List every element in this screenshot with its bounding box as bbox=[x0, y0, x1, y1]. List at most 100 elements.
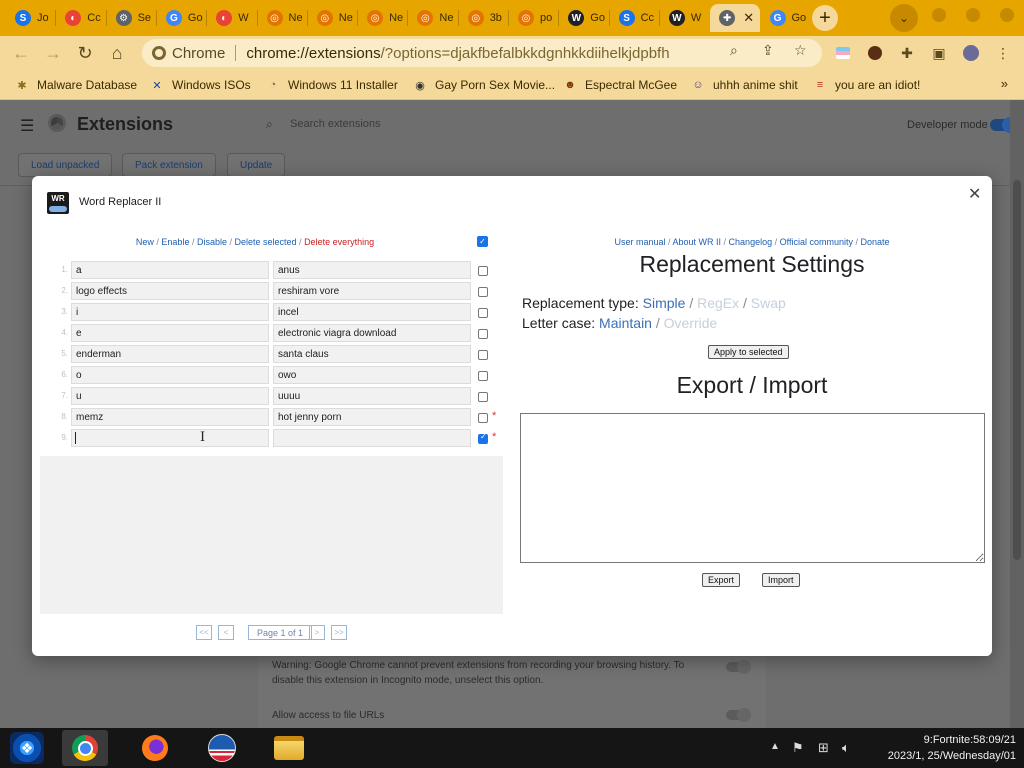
browser-tab[interactable]: G Go bbox=[157, 4, 207, 32]
flag-extension-icon[interactable] bbox=[832, 42, 854, 64]
find-field[interactable]: logo effects bbox=[71, 282, 269, 300]
minimize-button[interactable] bbox=[932, 8, 946, 22]
extensions-puzzle-icon[interactable]: ✚ bbox=[896, 42, 918, 64]
hamburger-menu-icon[interactable]: ☰ bbox=[20, 116, 34, 136]
close-window-button[interactable] bbox=[1000, 8, 1014, 22]
row-checkbox[interactable] bbox=[478, 308, 488, 318]
pack-extension-button[interactable]: Pack extension bbox=[122, 153, 216, 177]
bookmark-item[interactable]: ✕ Windows ISOs bbox=[149, 76, 250, 94]
bookmark-item[interactable]: ☻ Espectral McGee bbox=[562, 76, 677, 94]
delete-everything-link[interactable]: Delete everything bbox=[304, 237, 374, 247]
browser-tab[interactable]: ◎ 3b bbox=[459, 4, 509, 32]
find-field[interactable]: e bbox=[71, 324, 269, 342]
replace-field[interactable]: reshiram vore bbox=[273, 282, 471, 300]
page-scrollbar[interactable] bbox=[1010, 100, 1024, 728]
type-regex-option[interactable]: RegEx bbox=[697, 295, 739, 311]
row-checkbox[interactable] bbox=[478, 329, 488, 339]
case-override-option[interactable]: Override bbox=[664, 315, 718, 331]
row-checkbox[interactable] bbox=[478, 413, 488, 423]
bookmarks-overflow-icon[interactable]: » bbox=[1001, 76, 1008, 91]
disable-link[interactable]: Disable bbox=[197, 237, 227, 247]
first-page-button[interactable]: << bbox=[196, 625, 212, 640]
changelog-link[interactable]: Changelog bbox=[729, 237, 773, 247]
profile-icon[interactable] bbox=[960, 42, 982, 64]
tab-search-button[interactable]: ⌄ bbox=[890, 4, 918, 32]
case-maintain-option[interactable]: Maintain bbox=[599, 315, 652, 331]
find-field[interactable]: memz bbox=[71, 408, 269, 426]
replace-field[interactable]: owo bbox=[273, 366, 471, 384]
start-button[interactable]: ❖ bbox=[10, 732, 44, 764]
last-page-button[interactable]: >> bbox=[331, 625, 347, 640]
close-icon[interactable]: ✕ bbox=[968, 184, 981, 204]
tray-overflow-icon[interactable]: ▲ bbox=[770, 741, 780, 752]
browser-tab[interactable]: S Jo bbox=[6, 4, 56, 32]
site-info-chip[interactable]: Chrome bbox=[152, 45, 225, 62]
find-field[interactable]: i bbox=[71, 303, 269, 321]
browser-tab[interactable]: ◐ Cc bbox=[56, 4, 106, 32]
file-urls-toggle[interactable] bbox=[726, 708, 751, 722]
browser-tab[interactable]: ✚ ✕ bbox=[710, 4, 761, 32]
find-field[interactable]: a bbox=[71, 261, 269, 279]
community-link[interactable]: Official community bbox=[780, 237, 853, 247]
share-icon[interactable]: ⇪ bbox=[762, 42, 774, 59]
row-checkbox[interactable] bbox=[478, 371, 488, 381]
browser-tab[interactable]: ⚙ Se bbox=[107, 4, 157, 32]
close-tab-icon[interactable]: ✕ bbox=[743, 10, 754, 26]
taskbar-firefox[interactable] bbox=[132, 730, 178, 766]
bookmark-item[interactable]: ☺ uhhh anime shit bbox=[690, 76, 797, 94]
export-button[interactable]: Export bbox=[702, 573, 741, 587]
delete-selected-link[interactable]: Delete selected bbox=[235, 237, 297, 247]
new-tab-button[interactable]: + bbox=[812, 5, 838, 31]
browser-tab[interactable]: G Go bbox=[761, 4, 811, 32]
replace-field[interactable]: uuuu bbox=[273, 387, 471, 405]
next-page-button[interactable]: > bbox=[309, 625, 325, 640]
browser-tab[interactable]: ◐ W bbox=[207, 4, 257, 32]
row-checkbox[interactable] bbox=[478, 287, 488, 297]
search-input[interactable]: Search extensions bbox=[290, 118, 381, 130]
about-link[interactable]: About WR II bbox=[673, 237, 722, 247]
incognito-toggle[interactable] bbox=[726, 660, 751, 674]
replace-field[interactable] bbox=[273, 429, 471, 447]
taskbar-obama[interactable] bbox=[199, 730, 245, 766]
browser-tab[interactable]: S Cc bbox=[610, 4, 660, 32]
find-field[interactable] bbox=[71, 429, 269, 447]
taskbar-chrome[interactable] bbox=[62, 730, 108, 766]
apply-to-selected-button[interactable]: Apply to selected bbox=[708, 345, 789, 359]
browser-tab[interactable]: W Go bbox=[559, 4, 609, 32]
replace-field[interactable]: electronic viagra download bbox=[273, 324, 471, 342]
browser-tab[interactable]: ◎ Ne bbox=[258, 4, 308, 32]
bookmark-item[interactable]: ◉ Gay Porn Sex Movie... bbox=[412, 76, 555, 94]
side-panel-icon[interactable]: ▣ bbox=[928, 42, 950, 64]
find-field[interactable]: u bbox=[71, 387, 269, 405]
network-icon[interactable]: ⊞ bbox=[818, 740, 829, 756]
replace-field[interactable]: santa claus bbox=[273, 345, 471, 363]
type-simple-option[interactable]: Simple bbox=[643, 295, 686, 311]
new-link[interactable]: New bbox=[136, 237, 154, 247]
replace-field[interactable]: hot jenny porn bbox=[273, 408, 471, 426]
replace-field[interactable]: anus bbox=[273, 261, 471, 279]
volume-icon[interactable]: 🔈︎ bbox=[842, 740, 850, 756]
taskbar-clock[interactable]: 9:Fortnite:58:09/21 2023/1, 25/Wednesday… bbox=[860, 732, 1016, 764]
bookmark-item[interactable]: ◔ Windows 11 Installer bbox=[265, 76, 398, 94]
browser-tab[interactable]: ◎ Ne bbox=[408, 4, 458, 32]
update-button[interactable]: Update bbox=[227, 153, 286, 177]
browser-tab[interactable]: WW bbox=[660, 4, 710, 32]
select-all-checkbox[interactable]: ✓ bbox=[477, 236, 488, 247]
row-checkbox[interactable] bbox=[478, 392, 488, 402]
row-checkbox[interactable] bbox=[478, 266, 488, 276]
row-checkbox[interactable] bbox=[478, 350, 488, 360]
action-center-flag-icon[interactable]: ⚑ bbox=[792, 740, 804, 756]
home-button[interactable]: ⌂ bbox=[104, 40, 130, 66]
bookmark-item[interactable]: ✱ Malware Database bbox=[14, 76, 137, 94]
forward-button[interactable]: → bbox=[40, 40, 66, 66]
enable-link[interactable]: Enable bbox=[161, 237, 189, 247]
import-button[interactable]: Import bbox=[762, 573, 800, 587]
type-swap-option[interactable]: Swap bbox=[751, 295, 786, 311]
maximize-button[interactable] bbox=[966, 8, 980, 22]
avatar-extension-icon[interactable] bbox=[864, 42, 886, 64]
row-checkbox[interactable] bbox=[478, 432, 488, 444]
donate-link[interactable]: Donate bbox=[860, 237, 889, 247]
load-unpacked-button[interactable]: Load unpacked bbox=[18, 153, 113, 177]
back-button[interactable]: ← bbox=[8, 40, 34, 66]
find-field[interactable]: o bbox=[71, 366, 269, 384]
